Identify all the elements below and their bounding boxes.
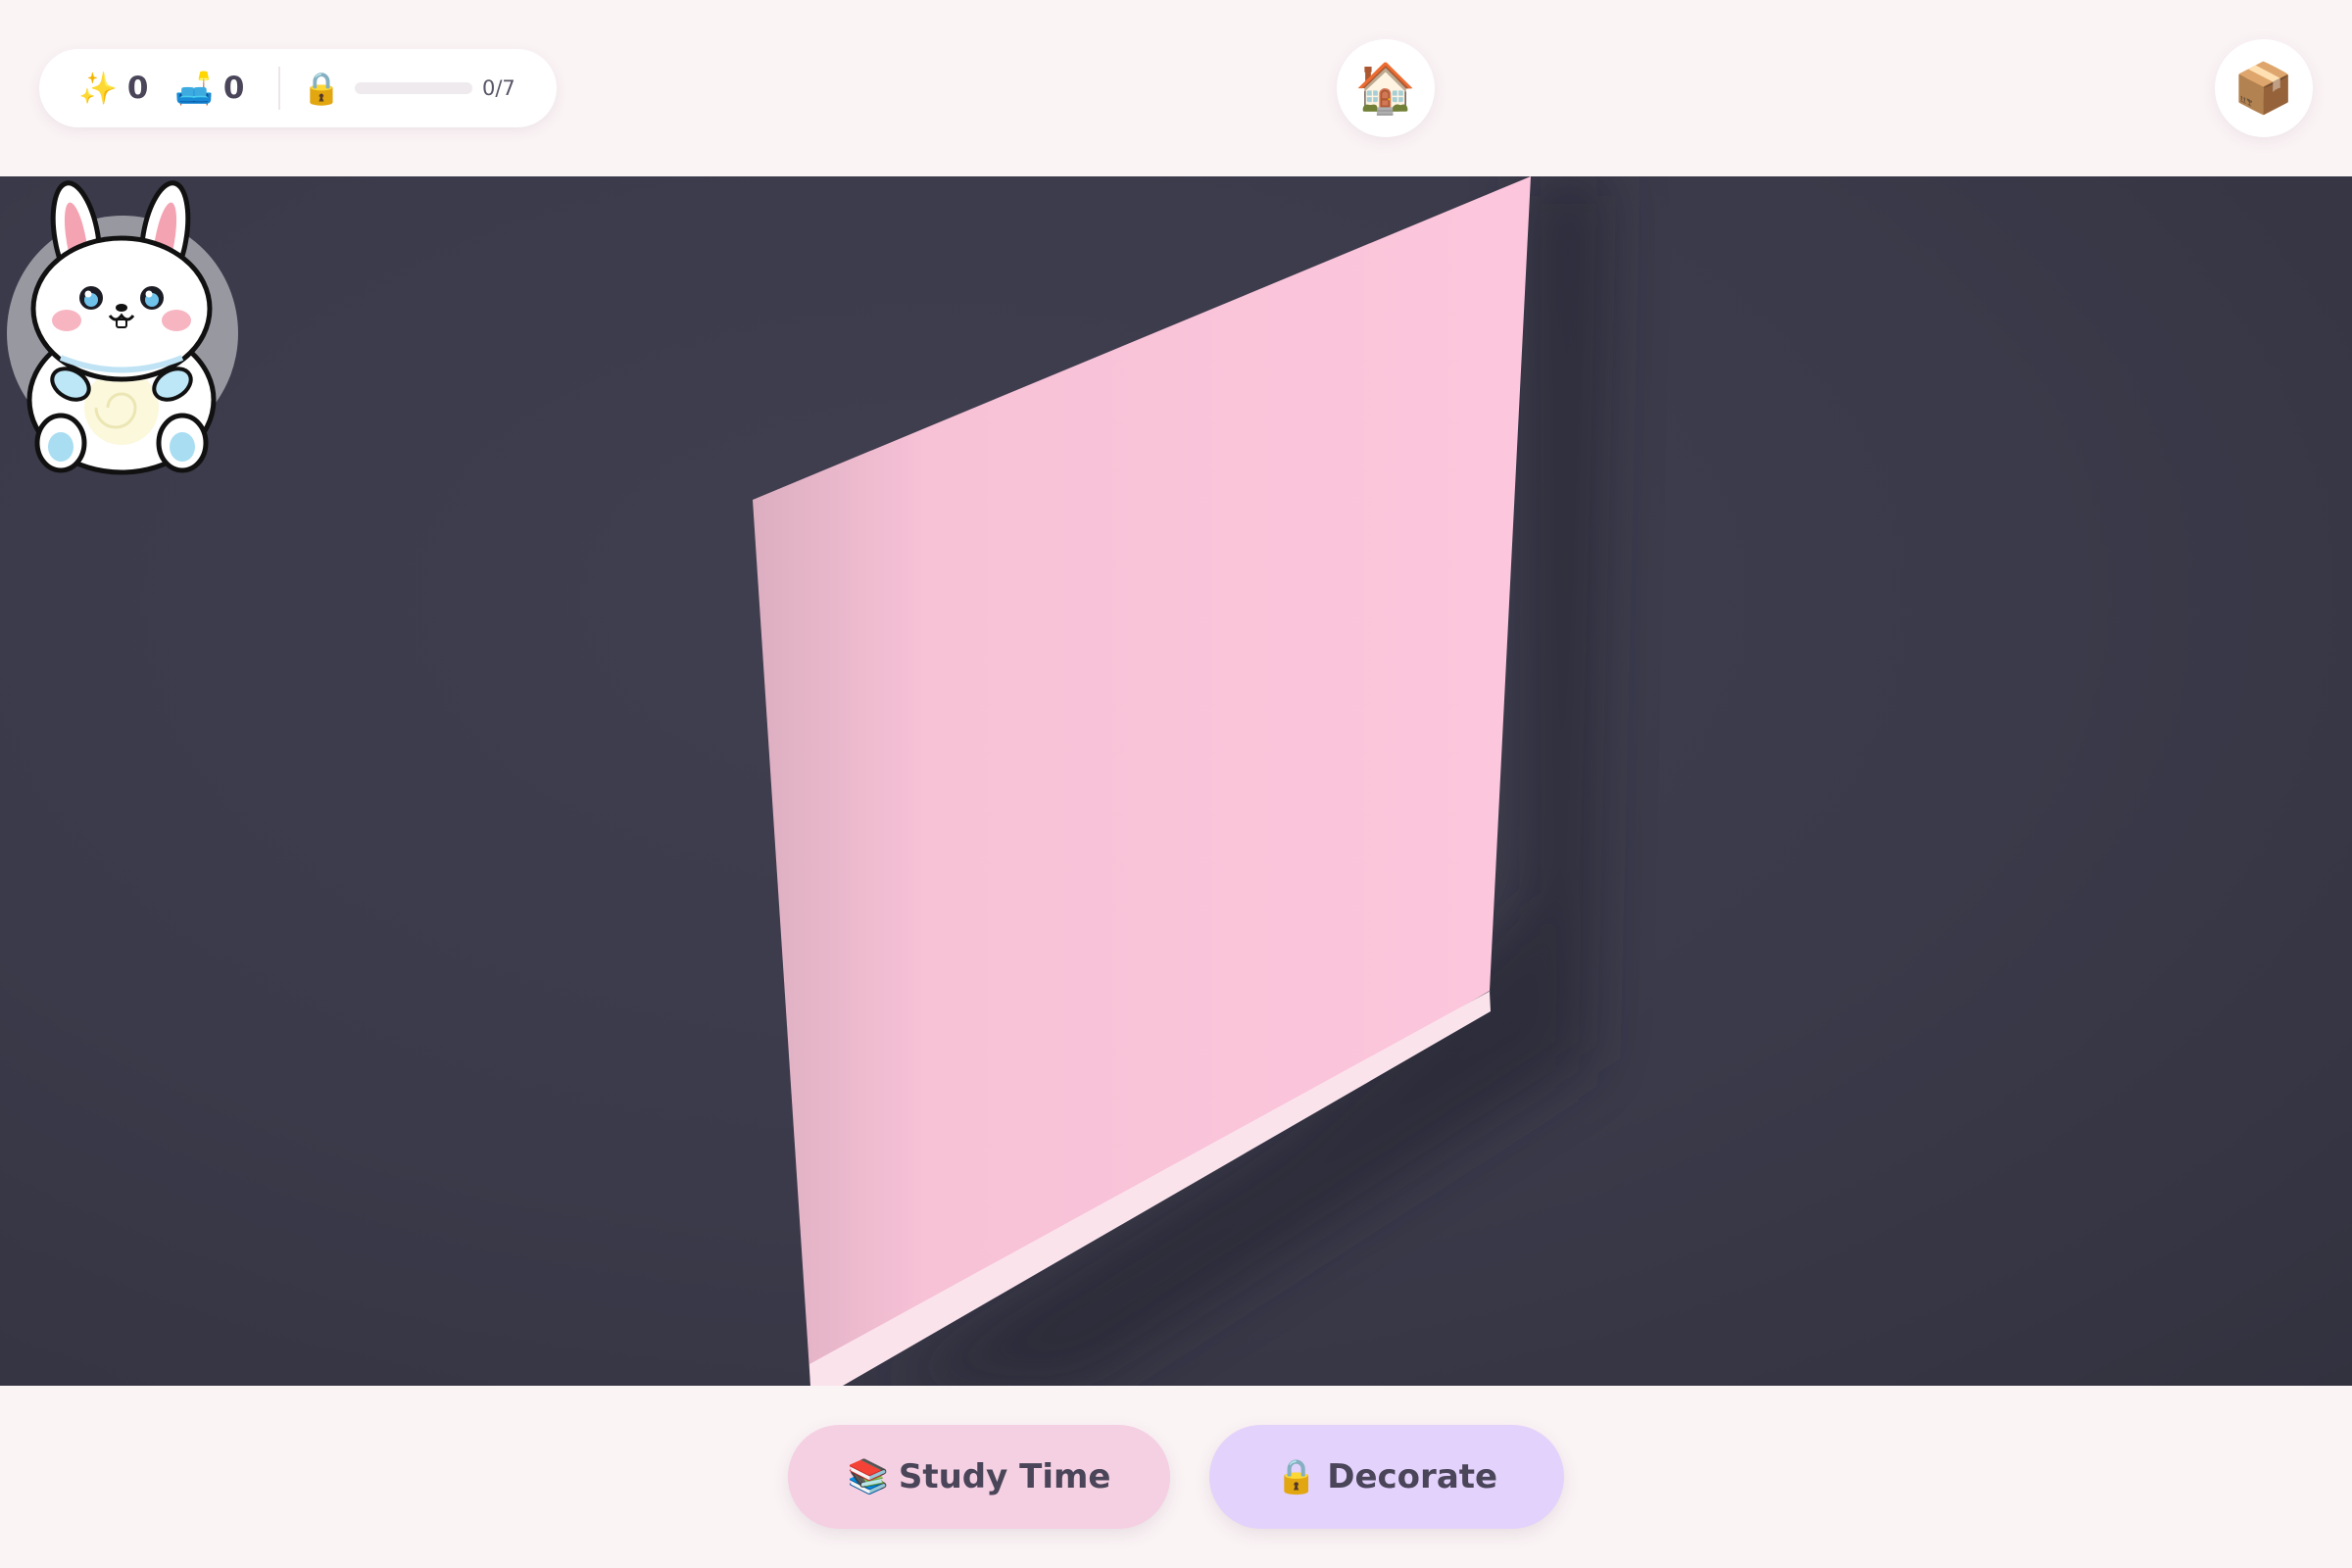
progress-bar	[355, 82, 472, 94]
top-bar: ✨ 0 🛋️ 0 🔒 0/7 🏠 📦	[0, 0, 2352, 176]
sparkles-icon: ✨	[78, 70, 118, 107]
lock-icon: 🔒	[1275, 1457, 1318, 1496]
app-root: ✨ 0 🛋️ 0 🔒 0/7 🏠 📦 📚 Study Time 🔒 Decora…	[0, 0, 2352, 1568]
sparkle-stat: ✨ 0	[78, 49, 148, 127]
couch-icon: 🛋️	[174, 70, 214, 107]
inventory-button[interactable]: 📦	[2215, 39, 2313, 137]
house-icon: 🏠	[1354, 59, 1417, 117]
books-icon: 📚	[847, 1457, 889, 1496]
furniture-count: 0	[222, 71, 245, 106]
study-time-label: Study Time	[898, 1457, 1111, 1496]
lock-icon: 🔒	[302, 70, 341, 107]
study-time-button[interactable]: 📚 Study Time	[788, 1425, 1170, 1529]
bunny-icon[interactable]	[0, 176, 245, 480]
decorate-button[interactable]: 🔒 Decorate	[1209, 1425, 1564, 1529]
sparkle-count: 0	[126, 71, 149, 106]
package-icon: 📦	[2232, 59, 2295, 117]
progress-label: 0/7	[482, 76, 515, 100]
decorate-label: Decorate	[1327, 1457, 1498, 1496]
furniture-stat: 🛋️ 0	[174, 49, 244, 127]
home-button[interactable]: 🏠	[1337, 39, 1435, 137]
stats-divider	[278, 67, 280, 110]
bottom-bar: 📚 Study Time 🔒 Decorate	[0, 1386, 2352, 1568]
room-viewport[interactable]	[0, 176, 2352, 1386]
room-scene	[753, 176, 1607, 1386]
stats-pill: ✨ 0 🛋️ 0 🔒 0/7	[39, 49, 557, 127]
